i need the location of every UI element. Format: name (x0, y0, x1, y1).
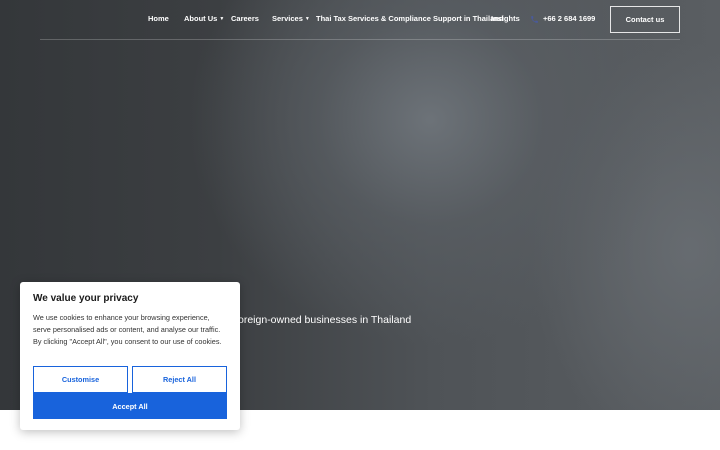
customise-button[interactable]: Customise (33, 366, 128, 393)
cookie-consent-banner: We value your privacy We use cookies to … (20, 282, 240, 430)
phone-link[interactable]: +66 2 684 1699 (530, 14, 595, 24)
nav-divider (40, 39, 680, 40)
nav-item-label: Thai Tax Services & Compliance Support i… (316, 14, 504, 23)
nav-item-careers[interactable]: Careers (231, 14, 259, 24)
nav-item-label: Careers (231, 14, 259, 23)
cookie-button-row: Customise Reject All (33, 366, 227, 393)
nav-item-home[interactable]: Home (148, 14, 169, 24)
cookie-banner-text: We use cookies to enhance your browsing … (33, 313, 222, 346)
reject-all-label: Reject All (163, 375, 196, 384)
nav-item-thai-tax-services[interactable]: Thai Tax Services & Compliance Support i… (316, 14, 503, 24)
chevron-down-icon: ▼ (304, 16, 310, 23)
nav-item-about-us[interactable]: About Us ▼ (184, 14, 224, 24)
accept-all-button[interactable]: Accept All (33, 393, 227, 419)
phone-icon (531, 15, 538, 23)
chevron-down-icon: ▼ (219, 16, 225, 23)
nav-item-label: Home (148, 14, 169, 23)
reject-all-button[interactable]: Reject All (132, 366, 227, 393)
hero-subtitle: oreign-owned businesses in Thailand (238, 314, 412, 326)
phone-number: +66 2 684 1699 (543, 14, 596, 23)
nav-item-label: Services (272, 14, 303, 23)
contact-us-button[interactable]: Contact us (610, 6, 680, 33)
nav-item-label: About Us (184, 14, 218, 23)
contact-us-label: Contact us (625, 15, 665, 24)
accept-all-label: Accept All (112, 401, 148, 411)
nav-item-insights[interactable]: Insights (491, 14, 520, 24)
cookie-banner-title: We value your privacy (33, 293, 139, 304)
nav-item-services[interactable]: Services ▼ (272, 14, 310, 24)
customise-label: Customise (61, 375, 100, 384)
main-navigation: Home About Us ▼ Careers Services ▼ Thai Ta… (0, 0, 720, 40)
nav-item-label: Insights (491, 14, 520, 23)
